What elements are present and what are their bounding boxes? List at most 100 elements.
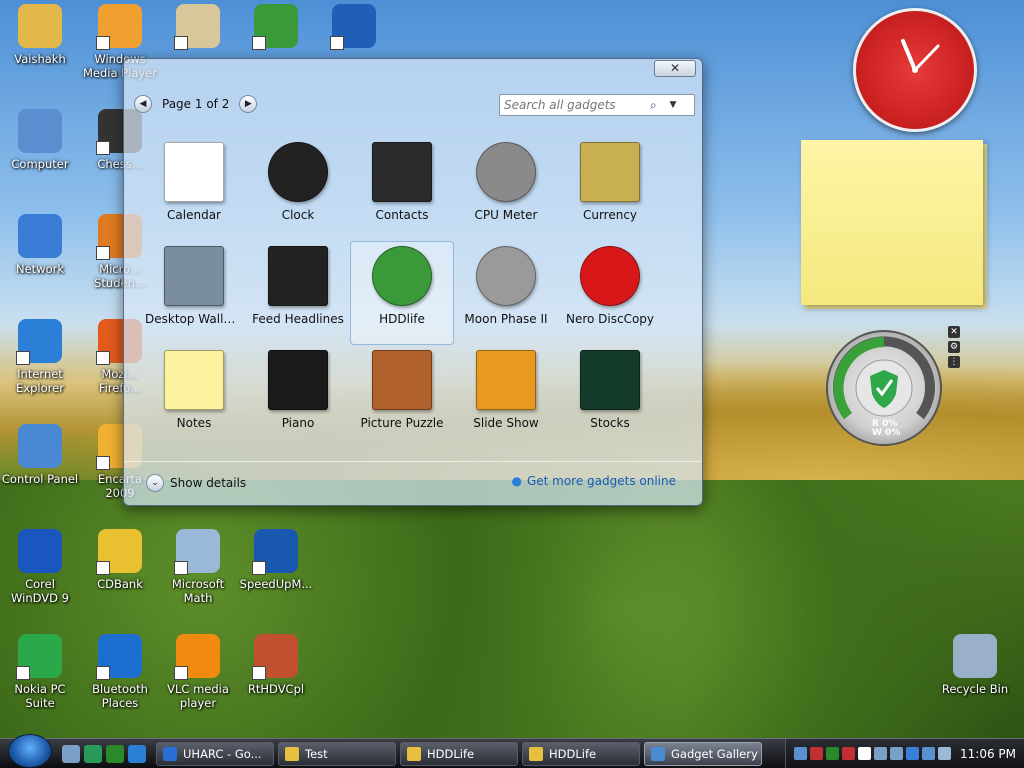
- desktop-icon[interactable]: SpeedUpM...: [236, 529, 316, 591]
- gadget-tile[interactable]: Nero DiscCopy: [558, 241, 662, 345]
- close-button[interactable]: ✕: [654, 60, 696, 77]
- quick-launch-icon[interactable]: [62, 744, 80, 763]
- tray-icon[interactable]: [938, 747, 951, 760]
- desktop-icon-label: VLC media player: [167, 682, 229, 710]
- gadget-close-button[interactable]: ✕: [948, 326, 960, 338]
- gadget-label: Nero DiscCopy: [565, 312, 655, 326]
- page-indicator: Page 1 of 2: [162, 97, 230, 111]
- shortcut-icon: [174, 529, 220, 575]
- desktop-icon[interactable]: Computer: [0, 109, 80, 171]
- moon-icon: [476, 246, 536, 306]
- desktop-icon[interactable]: RtHDVCpl: [236, 634, 316, 696]
- gadget-label: Piano: [281, 416, 315, 430]
- clock-time[interactable]: 11:06 PM: [960, 747, 1016, 761]
- shortcut-icon: [174, 4, 220, 50]
- gadget-tile[interactable]: Stocks: [558, 345, 662, 449]
- taskbar-button[interactable]: HDDLife: [400, 741, 518, 766]
- desktop-icon[interactable]: [236, 4, 316, 52]
- notes-gadget[interactable]: [801, 140, 987, 309]
- shortcut-icon: [252, 4, 298, 50]
- desktop-icon[interactable]: Network: [0, 214, 80, 276]
- taskbar-buttons: UHARC - Go... Test HDDLife HDDLife Gadget Ga…: [152, 741, 762, 766]
- hddlife-icon: [372, 246, 432, 306]
- tray-icons: [794, 747, 951, 760]
- gadget-tile[interactable]: Desktop Wallpa...: [142, 241, 246, 345]
- gadget-label: Feed Headlines: [252, 312, 344, 326]
- desktop-icon-label: Nokia PC Suite: [14, 682, 66, 710]
- quick-launch-icon[interactable]: [84, 744, 102, 763]
- desktop-icon[interactable]: Control Panel: [0, 424, 80, 486]
- desktop-icon-label: Computer: [11, 157, 69, 171]
- desktop-icon-label: Recycle Bin: [941, 682, 1009, 696]
- gadget-tile[interactable]: Notes: [142, 345, 246, 449]
- gadget-tile[interactable]: Slide Show: [454, 345, 558, 449]
- globe-icon: ●: [511, 474, 522, 488]
- taskbar-button[interactable]: HDDLife: [522, 741, 640, 766]
- puzzle-icon: [372, 350, 432, 410]
- show-details-label: Show details: [170, 476, 247, 490]
- gadget-tile[interactable]: HDDlife: [350, 241, 454, 345]
- tray-icon[interactable]: [842, 747, 855, 760]
- quick-launch-icon[interactable]: [106, 744, 124, 763]
- shortcut-icon: [96, 4, 142, 50]
- desktop-icon[interactable]: Internet Explorer: [0, 319, 80, 395]
- taskbar-button[interactable]: Gadget Gallery: [644, 741, 762, 766]
- tray-icon[interactable]: [922, 747, 935, 760]
- gadget-options-button[interactable]: ⚙: [948, 341, 960, 353]
- gadget-tile[interactable]: Feed Headlines: [246, 241, 350, 345]
- gadget-tile[interactable]: Contacts: [350, 137, 454, 241]
- app-icon: [163, 746, 177, 761]
- taskbar-button-label: HDDLife: [549, 746, 597, 761]
- tray-icon[interactable]: [810, 747, 823, 760]
- gadget-tile[interactable]: Picture Puzzle: [350, 345, 454, 449]
- taskbar-button-label: Gadget Gallery: [671, 746, 758, 761]
- desktop-icon[interactable]: Recycle Bin: [935, 634, 1015, 696]
- gadget-tile[interactable]: Piano: [246, 345, 350, 449]
- gadget-tile[interactable]: Clock: [246, 137, 350, 241]
- desktop-icon[interactable]: Nokia PC Suite: [0, 634, 80, 710]
- tray-icon[interactable]: [826, 747, 839, 760]
- desktop-icon-label: Network: [15, 262, 65, 276]
- desktop-icon[interactable]: Bluetooth Places: [80, 634, 160, 710]
- desktop-icon-label: CDBank: [97, 577, 143, 591]
- gadget-tile[interactable]: Moon Phase II: [454, 241, 558, 345]
- gadget-grid: Calendar Clock Contacts CPU Meter Currency De…: [142, 137, 682, 449]
- get-more-gadgets-link[interactable]: ● Get more gadgets online: [511, 474, 676, 488]
- search-dropdown-button[interactable]: ▼: [666, 100, 680, 110]
- gadget-tile[interactable]: Calendar: [142, 137, 246, 241]
- desktop-icon[interactable]: Corel WinDVD 9: [0, 529, 80, 605]
- desktop-icon[interactable]: [314, 4, 394, 52]
- tray-icon[interactable]: [794, 747, 807, 760]
- desktop-icon[interactable]: Microsoft Math: [158, 529, 238, 605]
- prev-page-button[interactable]: ◀: [134, 95, 152, 113]
- app-icon: [529, 746, 543, 761]
- shortcut-icon: [953, 634, 997, 678]
- gadget-tile[interactable]: CPU Meter: [454, 137, 558, 241]
- desktop-icon[interactable]: CDBank: [80, 529, 160, 591]
- search-input[interactable]: [500, 98, 650, 112]
- tray-icon[interactable]: [890, 747, 903, 760]
- hddlife-gadget[interactable]: R 0% W 0%: [826, 330, 942, 446]
- gadget-label: Clock: [281, 208, 315, 222]
- gadget-label: Contacts: [375, 208, 429, 222]
- quick-launch-icon[interactable]: [128, 744, 146, 763]
- quick-launch: [62, 744, 146, 763]
- tray-icon[interactable]: [858, 747, 871, 760]
- shortcut-icon: [18, 4, 62, 48]
- gadget-tile[interactable]: Currency: [558, 137, 662, 241]
- tray-icon[interactable]: [874, 747, 887, 760]
- taskbar-button-label: Test: [305, 746, 328, 761]
- start-button[interactable]: [8, 733, 52, 768]
- desktop-icon[interactable]: [158, 4, 238, 52]
- taskbar-button-label: UHARC - Go...: [183, 746, 262, 761]
- gadget-drag-handle[interactable]: ⋮: [948, 356, 960, 368]
- show-details-toggle[interactable]: ⌄ Show details: [146, 474, 246, 492]
- desktop-icon[interactable]: VLC media player: [158, 634, 238, 710]
- next-page-button[interactable]: ▶: [239, 95, 258, 113]
- taskbar-button[interactable]: Test: [278, 741, 396, 766]
- clock-gadget[interactable]: [853, 8, 977, 132]
- search-icon[interactable]: ⌕: [650, 98, 666, 113]
- tray-icon[interactable]: [906, 747, 919, 760]
- desktop-icon[interactable]: Vaishakh: [0, 4, 80, 66]
- taskbar-button[interactable]: UHARC - Go...: [156, 741, 274, 766]
